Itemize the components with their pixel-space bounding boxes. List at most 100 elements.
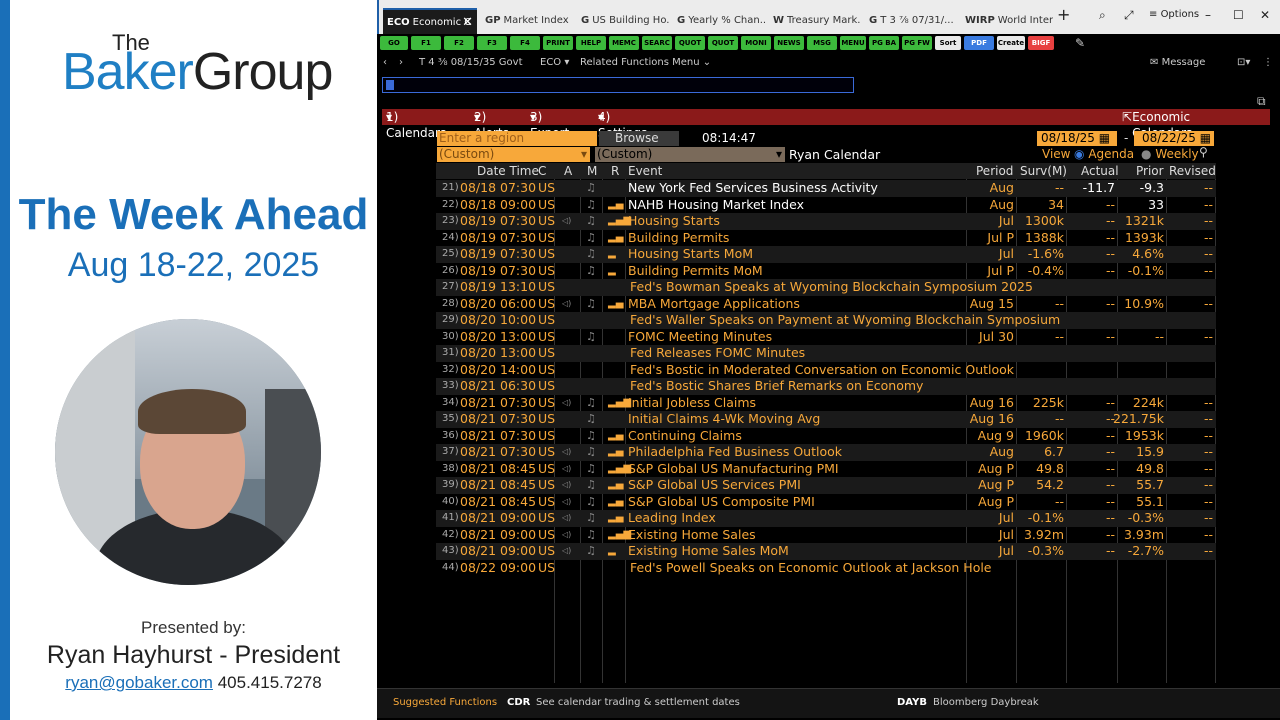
tab-w-treasury[interactable]: W Treasury Mark...	[769, 8, 861, 34]
forward-icon[interactable]: ›	[399, 54, 403, 72]
table-row[interactable]: 39) 08/21 08:45 US ◁) ♫ ▂▄ S&P Global US Servi…	[436, 477, 1216, 494]
col-surv[interactable]: Surv(M)	[1020, 163, 1067, 179]
row-event[interactable]: Fed Releases FOMC Minutes	[630, 345, 805, 362]
speaker-icon[interactable]: ◁)	[562, 510, 571, 527]
table-row[interactable]: 33) 08/21 06:30 US Fed's Bostic Shares Brie…	[436, 378, 1216, 395]
alert-bell-icon[interactable]: ♫	[586, 477, 596, 494]
fkey-create[interactable]: Create	[997, 36, 1025, 50]
row-event[interactable]: Building Permits MoM	[628, 263, 763, 280]
tab-wirp[interactable]: WIRPWorld Inter...	[961, 8, 1053, 34]
browse-button[interactable]: Browse	[599, 131, 679, 146]
message-button[interactable]: ✉ Message	[1150, 54, 1205, 72]
table-row[interactable]: 31) 08/20 13:00 US Fed Releases FOMC Minute…	[436, 345, 1216, 362]
tab-g-yearly[interactable]: G Yearly % Chan...	[673, 8, 765, 34]
menu-settings[interactable]: 4) Settings ▾	[598, 109, 647, 140]
table-row[interactable]: 28) 08/20 06:00 US ◁) ♫ ▂▄ MBA Mortgage Applic…	[436, 296, 1216, 313]
search-icon[interactable]: ⌕	[1099, 8, 1106, 22]
row-event[interactable]: Fed's Bostic in Moderated Conversation o…	[630, 362, 1014, 379]
table-row[interactable]: 38) 08/21 08:45 US ◁) ♫ ▂▄▆ S&P Global US Manu…	[436, 461, 1216, 478]
row-event[interactable]: FOMC Meeting Minutes	[628, 329, 772, 346]
calendars-title[interactable]: ⇱ Economic Calendars	[1122, 109, 1192, 140]
minimize-icon[interactable]: –	[1205, 8, 1211, 22]
row-event[interactable]: Fed's Bostic Shares Brief Remarks on Eco…	[630, 378, 923, 395]
alert-bell-icon[interactable]: ♫	[586, 510, 596, 527]
row-event[interactable]: Initial Jobless Claims	[628, 395, 756, 412]
options-menu[interactable]: ≡ Options	[1149, 8, 1199, 22]
row-event[interactable]: Housing Starts	[628, 213, 720, 230]
alert-bell-icon[interactable]: ♫	[586, 263, 596, 280]
table-row[interactable]: 23) 08/19 07:30 US ◁) ♫ ▂▄▆ Housing Starts Jul 1…	[436, 213, 1216, 230]
row-event[interactable]: Housing Starts MoM	[628, 246, 753, 263]
row-event[interactable]: Fed's Powell Speaks on Economic Outlook …	[630, 560, 992, 577]
row-event[interactable]: Existing Home Sales	[628, 527, 756, 544]
new-tab-button[interactable]: +	[1057, 7, 1070, 23]
view-weekly-radio[interactable]: ● Weekly	[1141, 147, 1199, 162]
table-row[interactable]: 25) 08/19 07:30 US ♫ ▂ Housing Starts MoM Jul -…	[436, 246, 1216, 263]
fkey-go[interactable]: GO	[380, 36, 408, 50]
row-event[interactable]: Philadelphia Fed Business Outlook	[628, 444, 842, 461]
row-event[interactable]: NAHB Housing Market Index	[628, 197, 804, 214]
alert-bell-icon[interactable]: ♫	[586, 444, 596, 461]
fkey-searc[interactable]: SEARC	[642, 36, 672, 50]
dayb-text[interactable]: Bloomberg Daybreak	[933, 689, 1039, 717]
fkey-msg[interactable]: MSG	[807, 36, 837, 50]
custom-select-1[interactable]: (Custom) ▾	[437, 147, 590, 162]
col-prior[interactable]: Prior	[1136, 163, 1164, 179]
fkey-pg-fw[interactable]: PG FW	[902, 36, 932, 50]
row-event[interactable]: Continuing Claims	[628, 428, 742, 445]
security-selector[interactable]: T 4 ⅜ 08/15/35 Govt	[419, 54, 523, 72]
speaker-icon[interactable]: ◁)	[562, 395, 571, 412]
fkey-moni[interactable]: MONI	[741, 36, 771, 50]
table-row[interactable]: 27) 08/19 13:10 US Fed's Bowman Speaks at W…	[436, 279, 1216, 296]
speaker-icon[interactable]: ◁)	[562, 213, 571, 230]
table-row[interactable]: 37) 08/21 07:30 US ◁) ♫ ▂▄ Philadelphia Fed Bu…	[436, 444, 1216, 461]
fkey-print[interactable]: PRINT	[543, 36, 573, 50]
alert-bell-icon[interactable]: ♫	[586, 180, 596, 197]
close-icon[interactable]: ✕	[462, 10, 473, 34]
alert-bell-icon[interactable]: ♫	[586, 213, 596, 230]
back-icon[interactable]: ‹	[383, 54, 387, 72]
col-event[interactable]: Event	[628, 163, 662, 179]
table-row[interactable]: 22) 08/18 09:00 US ♫ ▂▄ NAHB Housing Market I…	[436, 197, 1216, 214]
eco-selector[interactable]: ECO ▾	[540, 54, 569, 72]
tab-gp[interactable]: GP Market Index	[481, 8, 573, 34]
row-event[interactable]: Building Permits	[628, 230, 729, 247]
alert-bell-icon[interactable]: ♫	[586, 246, 596, 263]
table-row[interactable]: 24) 08/19 07:30 US ♫ ▂▄ Building Permits Jul P…	[436, 230, 1216, 247]
col-a[interactable]: A	[564, 163, 572, 179]
custom-select-2[interactable]: (Custom) ▾	[595, 147, 785, 162]
alert-bell-icon[interactable]: ♫	[586, 329, 596, 346]
alert-bell-icon[interactable]: ♫	[586, 428, 596, 445]
fkey-memc[interactable]: MEMC	[609, 36, 639, 50]
layout-icon[interactable]: ⊡▾	[1237, 54, 1250, 72]
speaker-icon[interactable]: ◁)	[562, 477, 571, 494]
table-row[interactable]: 36) 08/21 07:30 US ♫ ▂▄ Continuing Claims Aug …	[436, 428, 1216, 445]
table-row[interactable]: 43) 08/21 09:00 US ◁) ♫ ▂ Existing Home Sales …	[436, 543, 1216, 560]
alert-bell-icon[interactable]: ♫	[586, 527, 596, 544]
fkey-f2[interactable]: F2	[444, 36, 474, 50]
expand-icon[interactable]: ⤢	[1124, 8, 1134, 22]
tab-g-t3[interactable]: GT 3 ⅞ 07/31/...	[865, 8, 957, 34]
date-to[interactable]: 08/22/25 ▦	[1134, 131, 1214, 146]
fkey-bigf[interactable]: BIGF	[1028, 36, 1054, 50]
window-close-icon[interactable]: ✕	[1260, 8, 1270, 22]
col-m[interactable]: M	[587, 163, 597, 179]
row-event[interactable]: Existing Home Sales MoM	[628, 543, 789, 560]
col-revised[interactable]: Revised	[1169, 163, 1216, 179]
speaker-icon[interactable]: ◁)	[562, 296, 571, 313]
fkey-news[interactable]: NEWS	[774, 36, 804, 50]
table-row[interactable]: 41) 08/21 09:00 US ◁) ♫ ▂▄ Leading Index Jul -0.…	[436, 510, 1216, 527]
menu-export[interactable]: 3) Export ▾	[530, 109, 569, 140]
table-row[interactable]: 35) 08/21 07:30 US ♫ Initial Claims 4-Wk Mov…	[436, 411, 1216, 428]
alert-bell-icon[interactable]: ♫	[586, 543, 596, 560]
alert-bell-icon[interactable]: ♫	[586, 230, 596, 247]
fkey-f4[interactable]: F4	[510, 36, 540, 50]
table-row[interactable]: 29) 08/20 10:00 US Fed's Waller Speaks on P…	[436, 312, 1216, 329]
wrench-icon[interactable]: ✎	[1075, 36, 1085, 50]
fkey-menu[interactable]: MENU	[840, 36, 866, 50]
row-event[interactable]: S&P Global US Manufacturing PMI	[628, 461, 839, 478]
row-event[interactable]: S&P Global US Services PMI	[628, 477, 801, 494]
row-event[interactable]: Fed's Waller Speaks on Payment at Wyomin…	[630, 312, 1060, 329]
col-r[interactable]: R	[611, 163, 619, 179]
speaker-icon[interactable]: ◁)	[562, 494, 571, 511]
